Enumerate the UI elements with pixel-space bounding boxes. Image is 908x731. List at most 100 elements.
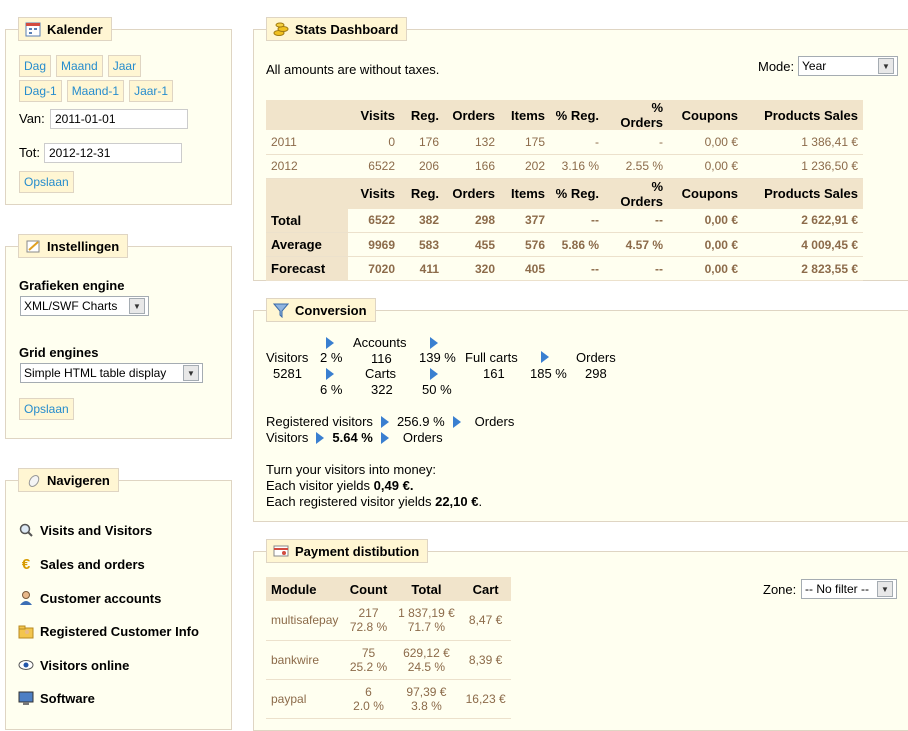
folder-user-icon xyxy=(18,623,34,639)
arrow-right-icon xyxy=(430,368,438,380)
table-cell: 132 xyxy=(444,130,500,155)
mode-select[interactable]: Year ▼ xyxy=(798,56,898,76)
table-cell: 2 823,55 € xyxy=(743,256,863,281)
table-cell: 320 xyxy=(444,256,500,281)
zone-label: Zone: xyxy=(763,582,797,597)
registered-visitors-label: Registered visitors xyxy=(266,414,373,429)
visitor-conversion-row: Visitors 5.64 % Orders xyxy=(266,430,443,445)
table-cell: 0,00 € xyxy=(668,130,743,155)
stats-col-header xyxy=(266,178,348,209)
table-row: bankwire 75 25.2 % 629,12 €24.5 % 8,39 € xyxy=(266,640,511,680)
payment-count: 217 xyxy=(358,606,379,621)
table-cell: 1 236,50 € xyxy=(743,154,863,179)
arrow-right-icon xyxy=(326,368,334,380)
table-row: paypal 6 2.0 % 97,39 €3.8 % 16,23 € xyxy=(266,679,511,719)
payment-count-pct: 25.2 % xyxy=(349,659,388,674)
stats-legend: Stats Dashboard xyxy=(266,17,408,41)
settings-save-button[interactable]: Opslaan xyxy=(19,398,74,420)
orders-value: 298 xyxy=(585,366,607,381)
euro-icon: € xyxy=(21,556,31,573)
payment-total-pct: 24.5 % xyxy=(407,659,446,674)
yield-visitor-text: Each visitor yields xyxy=(266,478,371,493)
year-button[interactable]: Jaar xyxy=(107,55,142,77)
settings-title: Instellingen xyxy=(47,238,120,254)
month-button[interactable]: Maand xyxy=(56,55,103,77)
nav-registered-customer-info[interactable]: Registered Customer Info xyxy=(18,623,199,639)
payment-total-pct: 3.8 % xyxy=(411,698,442,713)
payment-col-header: Count xyxy=(344,577,393,601)
month-prev-button[interactable]: Maand-1 xyxy=(66,80,125,102)
nav-software[interactable]: Software xyxy=(18,690,95,706)
stats-col-header: Items xyxy=(500,100,550,130)
arrow-right-icon xyxy=(541,351,549,363)
table-cell: 206 xyxy=(400,154,444,179)
stats-panel: Stats Dashboard All amounts are without … xyxy=(253,17,908,281)
nav-item-label: Visitors online xyxy=(40,657,130,673)
table-cell: 0,00 € xyxy=(668,154,743,179)
table-cell: 176 xyxy=(400,130,444,155)
table-cell: -- xyxy=(604,256,668,281)
payment-header-row: Module Count Total Cart xyxy=(266,577,511,601)
table-row-label: Total xyxy=(266,208,348,233)
table-cell: - xyxy=(604,130,668,155)
coins-icon xyxy=(273,21,289,37)
conversion-legend: Conversion xyxy=(266,298,376,322)
graph-engine-label: Grafieken engine xyxy=(19,278,125,293)
settings-panel: Instellingen Grafieken engine XML/SWF Ch… xyxy=(5,234,232,439)
nav-sales-orders[interactable]: € Sales and orders xyxy=(18,556,145,573)
pct-fullcarts-orders: 185 % xyxy=(530,366,567,381)
day-prev-button[interactable]: Dag-1 xyxy=(19,80,62,102)
nav-customer-accounts[interactable]: Customer accounts xyxy=(18,590,161,606)
calendar-save-button[interactable]: Opslaan xyxy=(19,171,74,193)
stats-col-header: Products Sales xyxy=(743,100,863,130)
stats-col-header: % Reg. xyxy=(550,178,604,209)
registered-pct: 256.9 % xyxy=(396,414,445,429)
conversion-title: Conversion xyxy=(295,302,367,318)
chevron-down-icon: ▼ xyxy=(878,58,894,74)
payment-legend: Payment distibution xyxy=(266,539,429,563)
table-cell: 4 009,45 € xyxy=(743,232,863,257)
grid-engine-select[interactable]: Simple HTML table display ▼ xyxy=(20,363,203,383)
table-cell: 0,00 € xyxy=(668,232,743,257)
table-cell: 411 xyxy=(400,256,444,281)
calendar-icon xyxy=(25,21,41,37)
arrow-right-icon xyxy=(326,337,334,349)
monitor-icon xyxy=(18,690,34,706)
payment-count-pct: 2.0 % xyxy=(353,698,384,713)
year-prev-button[interactable]: Jaar-1 xyxy=(129,80,174,102)
payment-total-cell: 97,39 €3.8 % xyxy=(392,679,461,719)
from-label: Van: xyxy=(19,111,45,126)
orders-label: Orders xyxy=(576,350,616,365)
grid-engine-label: Grid engines xyxy=(19,345,99,360)
table-row: multisafepay 217 72.8 % 1 837,19 €71.7 % … xyxy=(266,601,511,641)
table-cell: 202 xyxy=(500,154,550,179)
table-row: Forecast 7020 411 320 405 -- -- 0,00 € 2… xyxy=(266,256,863,281)
nav-visits-visitors[interactable]: Visits and Visitors xyxy=(18,522,152,538)
payment-col-header: Module xyxy=(266,577,345,601)
nav-item-label: Customer accounts xyxy=(40,590,162,606)
table-cell: 455 xyxy=(444,232,500,257)
stats-col-header: Visits xyxy=(348,100,400,130)
zone-select[interactable]: -- No filter -- ▼ xyxy=(801,579,897,599)
table-cell: -- xyxy=(550,208,604,233)
table-cell: - xyxy=(550,130,604,155)
settings-legend: Instellingen xyxy=(18,234,129,258)
nav-item-label: Registered Customer Info xyxy=(40,623,199,639)
to-date-input[interactable]: 2012-12-31 xyxy=(44,143,182,163)
table-cell: 0,00 € xyxy=(668,256,743,281)
from-date-input[interactable]: 2011-01-01 xyxy=(50,109,188,129)
calendar-title: Kalender xyxy=(47,21,103,37)
yield-registered-line: Each registered visitor yields 22,10 €. xyxy=(266,494,482,509)
nav-item-label: Software xyxy=(40,690,95,706)
pct-accounts-fullcarts: 139 % xyxy=(419,350,456,365)
magnifier-icon xyxy=(18,522,34,538)
table-cell: 583 xyxy=(400,232,444,257)
table-cell: 7020 xyxy=(348,256,400,281)
graph-engine-select[interactable]: XML/SWF Charts ▼ xyxy=(20,296,149,316)
payment-cart: 8,39 € xyxy=(460,640,511,680)
yield-registered-text: Each registered visitor yields xyxy=(266,494,432,509)
nav-visitors-online[interactable]: Visitors online xyxy=(18,657,129,673)
day-button[interactable]: Dag xyxy=(19,55,52,77)
payment-count-pct: 72.8 % xyxy=(349,620,388,635)
table-cell: 405 xyxy=(500,256,550,281)
